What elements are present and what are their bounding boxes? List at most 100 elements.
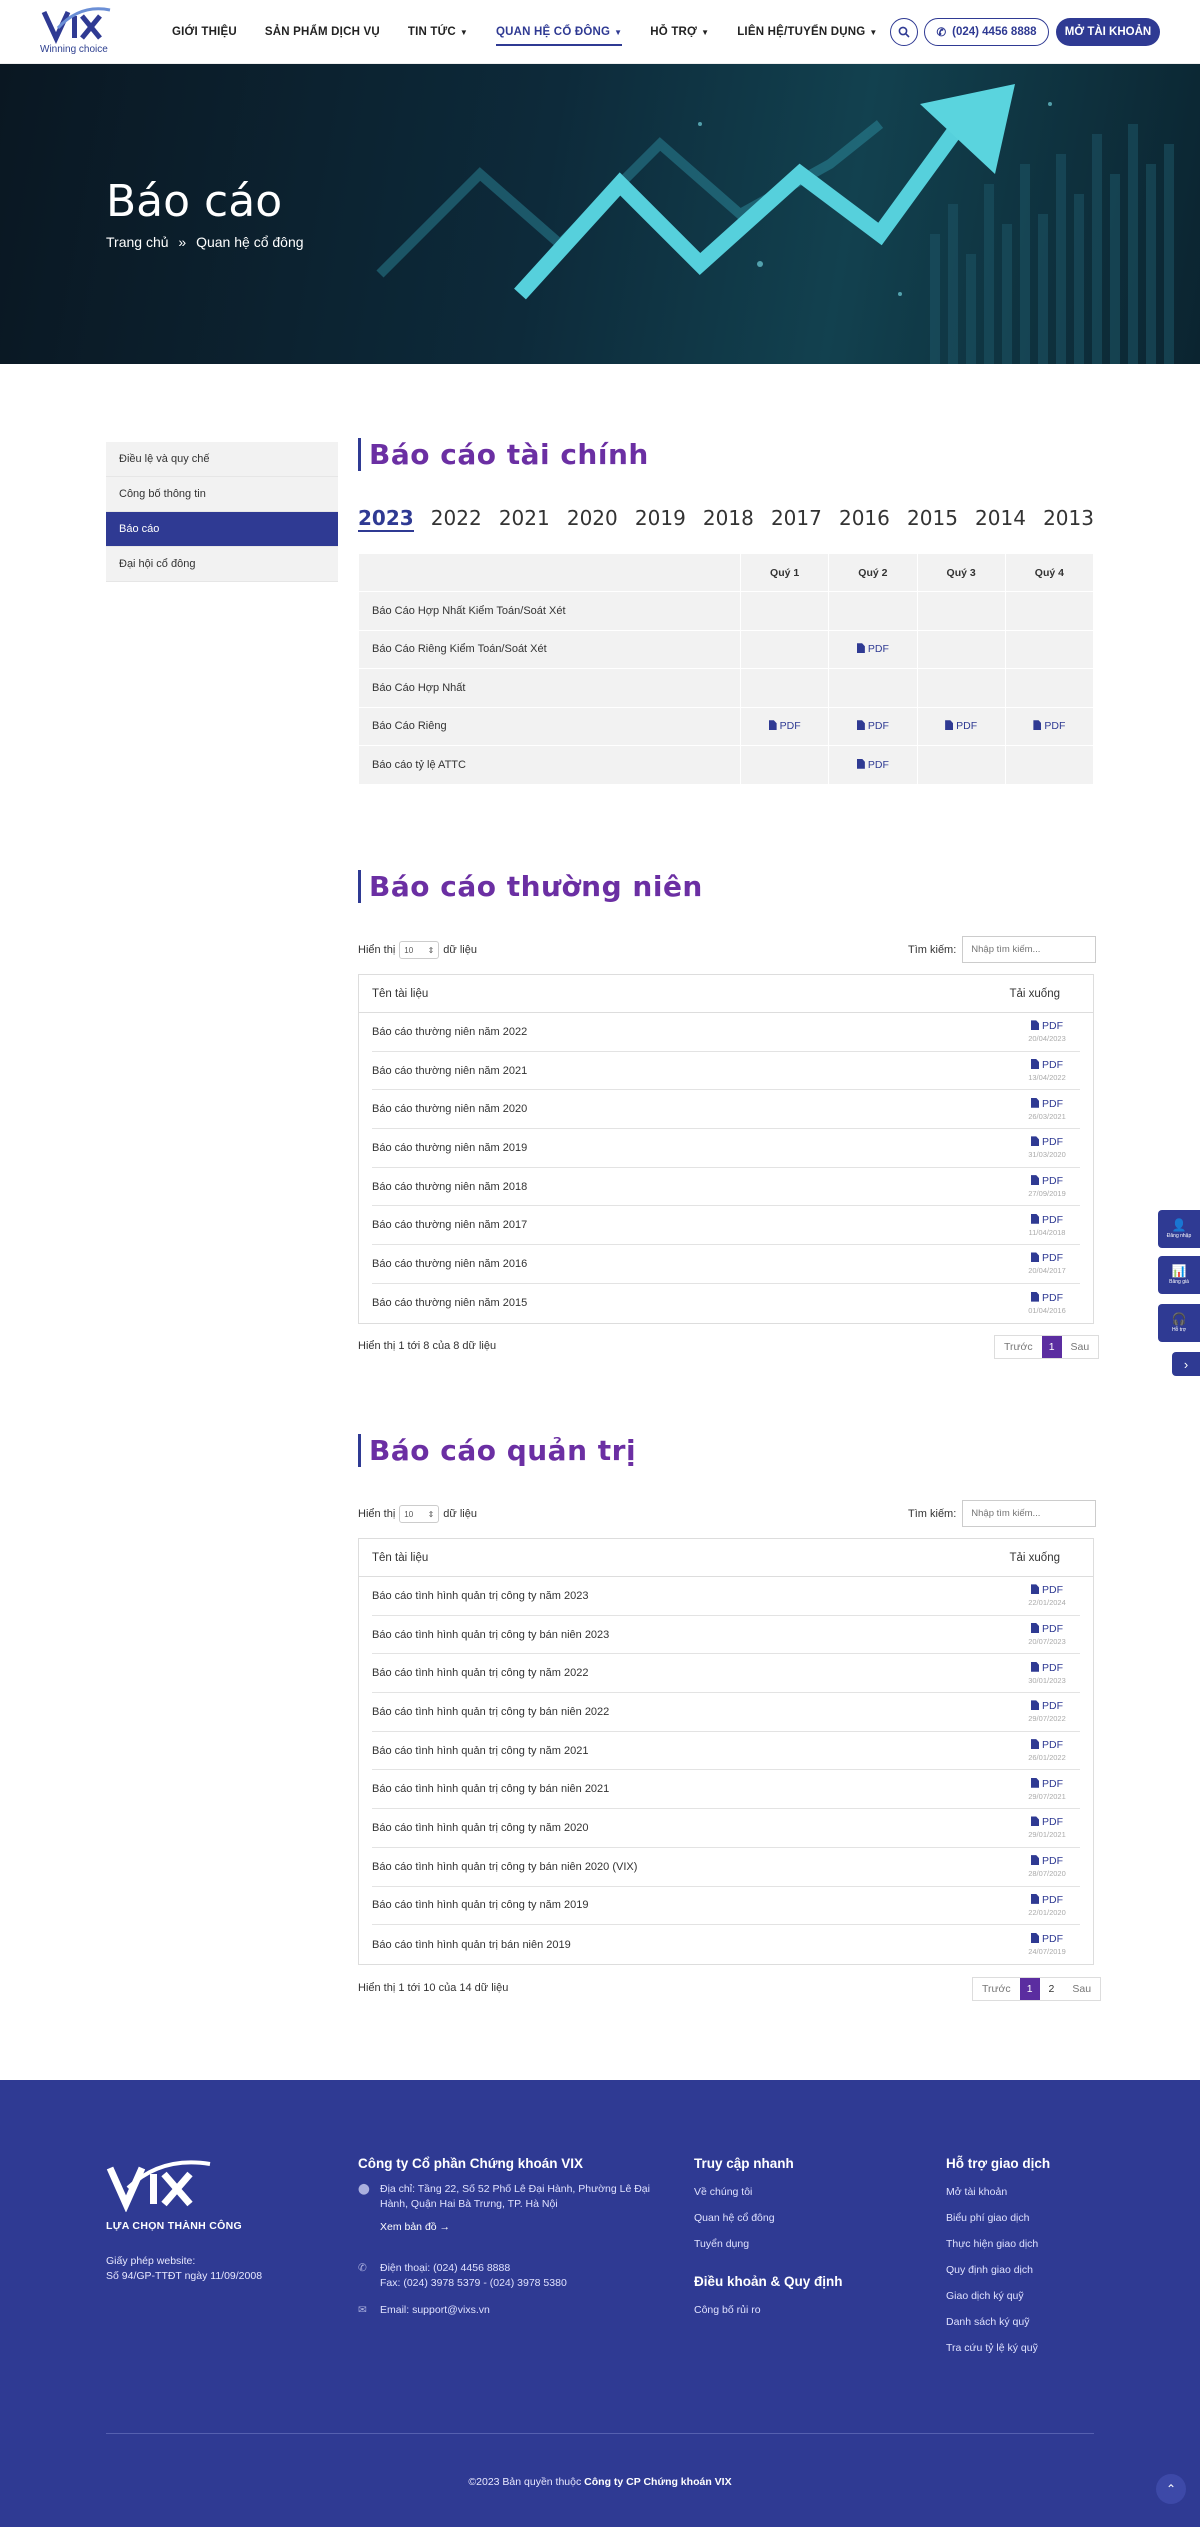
table-row: Báo cáo tình hình quản trị công ty năm 2…	[372, 1809, 1080, 1848]
footer-link-ds-ky-quy[interactable]: Danh sách ký quỹ	[946, 2316, 1038, 2342]
upload-date: 13/04/2022	[1028, 1073, 1066, 1083]
report-name: Báo cáo tỷ lệ ATTC	[358, 745, 741, 785]
footer-link-cong-bo-rui-ro[interactable]: Công bố rủi ro	[694, 2304, 761, 2330]
download-cell: PDF 29/07/2022	[1021, 1700, 1073, 1723]
pdf-download-link[interactable]: PDF	[1021, 1213, 1073, 1226]
pdf-download-link[interactable]: PDF	[1033, 720, 1065, 732]
tab-year-2015[interactable]: 2015	[907, 506, 958, 532]
footer-link-gd-ky-quy[interactable]: Giao dịch ký quỹ	[946, 2290, 1038, 2316]
pager-page-1[interactable]: 1	[1041, 1336, 1062, 1358]
pdf-download-link[interactable]: PDF	[1021, 1933, 1073, 1945]
tab-year-2016[interactable]: 2016	[839, 506, 890, 532]
nav-quan-he-co-dong[interactable]: QUAN HỆ CỔ ĐÔNG ▼	[495, 26, 623, 46]
phone-button[interactable]: ✆ (024) 4456 8888	[924, 18, 1049, 46]
pdf-download-link[interactable]: PDF	[768, 720, 801, 732]
pdf-download-link[interactable]: PDF	[1021, 1020, 1073, 1032]
download-cell: PDF 24/07/2019	[1021, 1933, 1073, 1956]
sidebar-item-dai-hoi[interactable]: Đại hội cổ đông	[106, 547, 338, 582]
footer-logo-mark	[106, 2160, 211, 2213]
nav-lien-he[interactable]: LIÊN HỆ/TUYỂN DỤNG ▼	[737, 26, 877, 38]
open-account-button[interactable]: MỞ TÀI KHOẢN	[1056, 18, 1160, 46]
pdf-download-link[interactable]: PDF	[1021, 1700, 1073, 1712]
breadcrumb-current[interactable]: Quan hệ cổ đông	[196, 234, 303, 250]
nav-tin-tuc[interactable]: TIN TỨC ▼	[408, 26, 468, 38]
pager-prev-button[interactable]: Trước	[973, 1978, 1020, 2000]
column-header-download[interactable]: Tải xuống	[1009, 988, 1060, 1000]
tab-year-2018[interactable]: 2018	[703, 506, 754, 532]
pager-next-button[interactable]: Sau	[1062, 1336, 1099, 1358]
table-row: Báo cáo tình hình quản trị công ty bán n…	[372, 1693, 1080, 1732]
download-cell: PDF 30/01/2023	[1021, 1661, 1073, 1685]
pager-prev-button[interactable]: Trước	[995, 1336, 1042, 1358]
tab-year-2019[interactable]: 2019	[635, 506, 686, 532]
pdf-download-link[interactable]: PDF	[1021, 1136, 1073, 1148]
nav-san-pham[interactable]: SẢN PHẨM DỊCH VỤ	[265, 26, 380, 38]
pdf-download-link[interactable]: PDF	[1021, 1623, 1073, 1635]
pdf-download-link[interactable]: PDF	[1021, 1291, 1073, 1304]
tab-year-2013[interactable]: 2013	[1043, 506, 1094, 532]
quarter-cell: PDF	[739, 706, 830, 746]
footer-link-tra-cuu-ky-quy[interactable]: Tra cứu tỷ lệ ký quỹ	[946, 2342, 1038, 2368]
column-header-download[interactable]: Tải xuống	[1009, 1552, 1060, 1564]
sidebar-item-bao-cao[interactable]: Báo cáo	[106, 512, 338, 547]
footer-link-mo-tai-khoan[interactable]: Mở tài khoản	[946, 2186, 1038, 2212]
pdf-download-link[interactable]: PDF	[856, 643, 889, 655]
pdf-download-link[interactable]: PDF	[856, 720, 889, 732]
sidebar-item-dieu-le[interactable]: Điều lệ và quy chế	[106, 442, 338, 477]
pdf-download-link[interactable]: PDF	[1021, 1661, 1073, 1674]
pager-page-2[interactable]: 2	[1040, 1978, 1064, 2000]
float-toggle-button[interactable]: ›	[1172, 1352, 1200, 1376]
pdf-download-link[interactable]: PDF	[1021, 1175, 1073, 1187]
search-button[interactable]	[890, 18, 918, 46]
pdf-download-link[interactable]: PDF	[1021, 1739, 1073, 1751]
search-input[interactable]	[962, 936, 1097, 963]
table-row: Báo Cáo Hợp Nhất Kiểm Toán/Soát Xét	[358, 591, 1095, 631]
float-support-button[interactable]: 🎧 Hỗ trợ	[1158, 1304, 1200, 1342]
breadcrumb-home[interactable]: Trang chủ	[106, 234, 169, 250]
pdf-download-link[interactable]: PDF	[1021, 1855, 1073, 1867]
footer-email[interactable]: ✉ Email: support@vixs.vn	[358, 2303, 668, 2318]
pager-next-button[interactable]: Sau	[1063, 1978, 1100, 2000]
length-select[interactable]: 10 ⇕	[399, 1505, 440, 1523]
back-to-top-button[interactable]: ⌃	[1156, 2474, 1186, 2504]
footer-link-thuc-hien-gd[interactable]: Thực hiện giao dịch	[946, 2238, 1038, 2264]
pdf-download-link[interactable]: PDF	[1021, 1097, 1073, 1110]
phone-icon: ✆	[936, 27, 947, 39]
nav-ho-tro[interactable]: HỖ TRỢ ▼	[650, 26, 709, 38]
nav-gioi-thieu[interactable]: GIỚI THIỆU	[172, 26, 237, 38]
pdf-download-link[interactable]: PDF	[1021, 1893, 1073, 1906]
footer-link-quan-he-co-dong[interactable]: Quan hệ cổ đông	[694, 2212, 775, 2238]
footer-link-ve-chung-toi[interactable]: Về chúng tôi	[694, 2186, 775, 2212]
footer-link-tuyen-dung[interactable]: Tuyển dụng	[694, 2238, 775, 2264]
column-header-name[interactable]: Tên tài liệu	[372, 988, 428, 1000]
pdf-download-link[interactable]: PDF	[1021, 1777, 1073, 1790]
tab-year-2022[interactable]: 2022	[431, 506, 482, 532]
footer-logo[interactable]	[106, 2158, 214, 2217]
length-select[interactable]: 10 ⇕	[399, 941, 440, 959]
section-title-governance: Báo cáo quản trị	[358, 1434, 636, 1467]
pdf-file-icon	[1031, 1213, 1039, 1224]
tab-year-2014[interactable]: 2014	[975, 506, 1026, 532]
tab-year-2021[interactable]: 2021	[499, 506, 550, 532]
tab-year-2017[interactable]: 2017	[771, 506, 822, 532]
table-row: Báo cáo thường niên năm 2017 PDF 11/04/201…	[372, 1206, 1080, 1246]
footer-link-quy-dinh-gd[interactable]: Quy định giao dịch	[946, 2264, 1038, 2290]
sidebar-item-cong-bo[interactable]: Công bố thông tin	[106, 477, 338, 512]
quarter-cell: PDF	[828, 629, 918, 669]
search-input[interactable]	[962, 1500, 1097, 1527]
pdf-download-link[interactable]: PDF	[1021, 1584, 1073, 1596]
float-login-button[interactable]: 👤 Đăng nhập	[1158, 1210, 1200, 1248]
pager-page-1[interactable]: 1	[1019, 1978, 1040, 2000]
pdf-download-link[interactable]: PDF	[1021, 1059, 1073, 1071]
vix-logo[interactable]: Winning choice	[40, 6, 116, 58]
map-link[interactable]: Xem bản đồ →	[380, 2220, 668, 2235]
pdf-download-link[interactable]: PDF	[1021, 1252, 1073, 1264]
pdf-download-link[interactable]: PDF	[856, 758, 889, 771]
pdf-download-link[interactable]: PDF	[1021, 1816, 1073, 1828]
column-header-name[interactable]: Tên tài liệu	[372, 1552, 428, 1564]
tab-year-2023[interactable]: 2023	[358, 506, 414, 532]
footer-link-bieu-phi[interactable]: Biểu phí giao dịch	[946, 2212, 1038, 2238]
float-price-board-button[interactable]: 📊 Bảng giá	[1158, 1256, 1200, 1294]
tab-year-2020[interactable]: 2020	[567, 506, 618, 532]
pdf-download-link[interactable]: PDF	[945, 720, 977, 732]
